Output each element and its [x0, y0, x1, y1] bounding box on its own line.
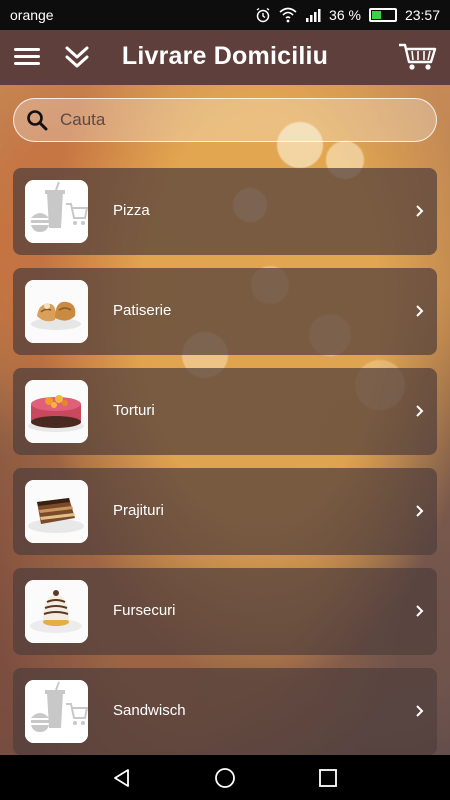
list-item-prajituri[interactable]: Prajituri	[13, 468, 437, 555]
cake-photo	[25, 380, 88, 443]
list-item-label: Pizza	[113, 202, 150, 219]
app-bar: Livrare Domiciliu	[0, 30, 450, 85]
back-icon[interactable]	[107, 763, 137, 793]
list-item-label: Fursecuri	[113, 602, 176, 619]
chevron-right-icon	[416, 605, 424, 617]
list-item-patiserie[interactable]: Patiserie	[13, 268, 437, 355]
battery-icon	[368, 8, 397, 22]
list-item-fursecuri[interactable]: Fursecuri	[13, 568, 437, 655]
list-item-label: Sandwisch	[113, 702, 186, 719]
placeholder-shop-icon	[25, 680, 88, 743]
recents-icon[interactable]	[313, 763, 343, 793]
alarm-icon	[256, 7, 270, 23]
list-item-label: Torturi	[113, 402, 155, 419]
battery-percent: 36 %	[329, 7, 361, 23]
page-title: Livrare Domiciliu	[121, 42, 329, 70]
slice-cake-photo	[25, 480, 88, 543]
search-input[interactable]	[60, 110, 420, 130]
clock: 23:57	[404, 7, 440, 23]
list-item-label: Prajituri	[113, 502, 164, 519]
chevron-right-icon	[416, 305, 424, 317]
system-nav-bar	[0, 755, 450, 800]
status-icons: 36 % 23:57	[255, 7, 440, 23]
placeholder-shop-icon	[25, 180, 88, 243]
search-bar	[13, 98, 437, 142]
list-item-torturi[interactable]: Torturi	[13, 368, 437, 455]
chevron-right-icon	[416, 205, 424, 217]
list-item-pizza[interactable]: Pizza	[13, 168, 437, 255]
list-item-label: Patiserie	[113, 302, 172, 319]
home-icon[interactable]	[210, 763, 240, 793]
dessert-dome-photo	[25, 580, 88, 643]
chevron-right-icon	[416, 505, 424, 517]
category-list: Pizza Patiserie Torturi Prajituri Fursec…	[13, 168, 437, 768]
carrier-label: orange	[10, 7, 54, 23]
search-icon	[27, 110, 48, 131]
chevron-right-icon	[416, 405, 424, 417]
wifi-icon	[279, 7, 297, 23]
pastry-photo	[25, 280, 88, 343]
chevron-right-icon	[416, 705, 424, 717]
cart-icon[interactable]	[398, 42, 438, 72]
signal-icon	[306, 9, 321, 22]
status-bar: orange 36 % 23:57	[0, 0, 450, 30]
list-item-sandwisch[interactable]: Sandwisch	[13, 668, 437, 755]
